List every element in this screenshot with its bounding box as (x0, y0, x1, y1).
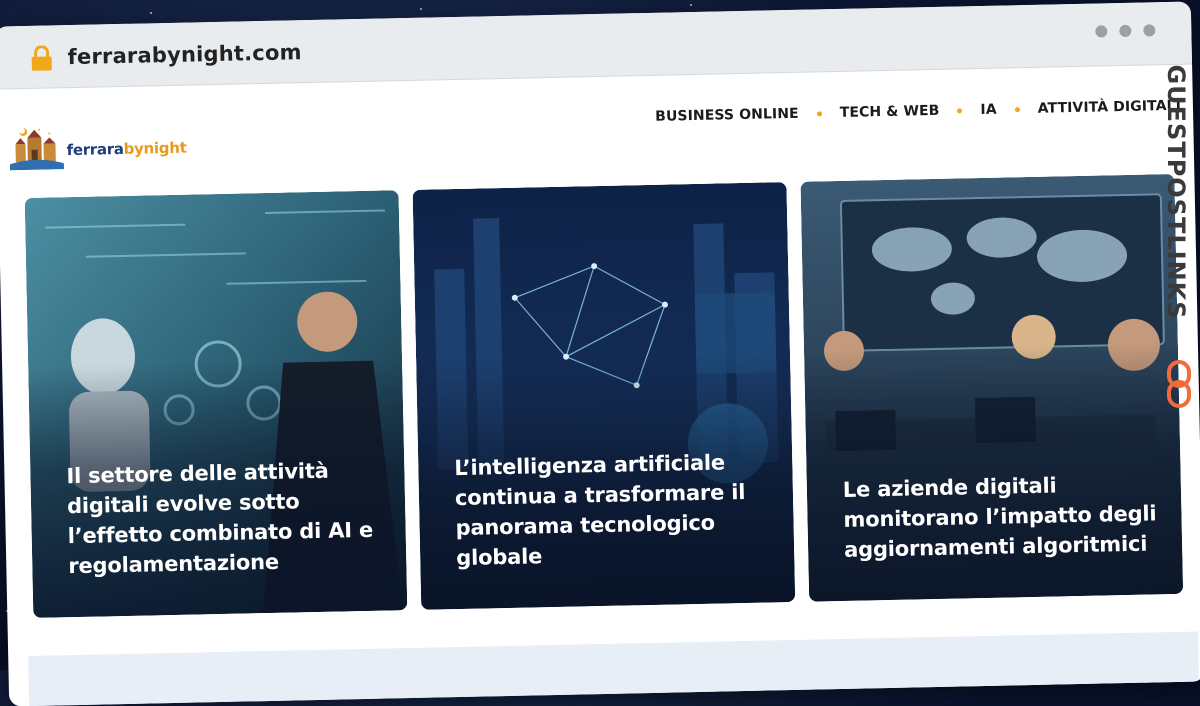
nav-separator (957, 107, 963, 113)
castle-logo-icon (9, 128, 65, 171)
article-card[interactable]: L’intelligenza artificiale continua a tr… (412, 182, 796, 610)
nav-separator (816, 110, 822, 116)
watermark: GUESTPOSTLINKS (1160, 58, 1198, 408)
featured-cards: Il settore delle attività digitali evolv… (24, 173, 1184, 618)
site-logo[interactable]: ferrarabynight (9, 123, 187, 171)
watermark-text: GUESTPOSTLINKS (1162, 64, 1190, 320)
window-controls (1095, 24, 1156, 38)
lock-icon (31, 45, 52, 71)
window-dot-icon[interactable] (1095, 25, 1108, 38)
nav-business-online[interactable]: BUSINESS ONLINE (655, 106, 799, 125)
nav-separator (1014, 106, 1020, 112)
chain-link-icon (1167, 360, 1191, 408)
article-card[interactable]: Le aziende digitali monitorano l’impatto… (800, 173, 1184, 602)
content-band (28, 631, 1200, 706)
logo-text: ferrarabynight (66, 138, 187, 160)
card-title[interactable]: Le aziende digitali monitorano l’impatto… (843, 468, 1159, 565)
browser-window: ferrarabynight.com ferrarabynight BUSINE… (0, 1, 1200, 706)
url-text[interactable]: ferrarabynight.com (67, 40, 301, 69)
window-dot-icon[interactable] (1143, 24, 1156, 37)
article-card[interactable]: Il settore delle attività digitali evolv… (24, 190, 408, 618)
card-title[interactable]: L’intelligenza artificiale continua a tr… (454, 447, 770, 574)
window-dot-icon[interactable] (1119, 24, 1132, 38)
card-title[interactable]: Il settore delle attività digitali evolv… (66, 455, 382, 582)
nav-tech-web[interactable]: TECH & WEB (840, 103, 940, 121)
nav-ia[interactable]: IA (980, 102, 997, 118)
main-nav: BUSINESS ONLINE TECH & WEB IA ATTIVITÀ D… (655, 98, 1181, 125)
